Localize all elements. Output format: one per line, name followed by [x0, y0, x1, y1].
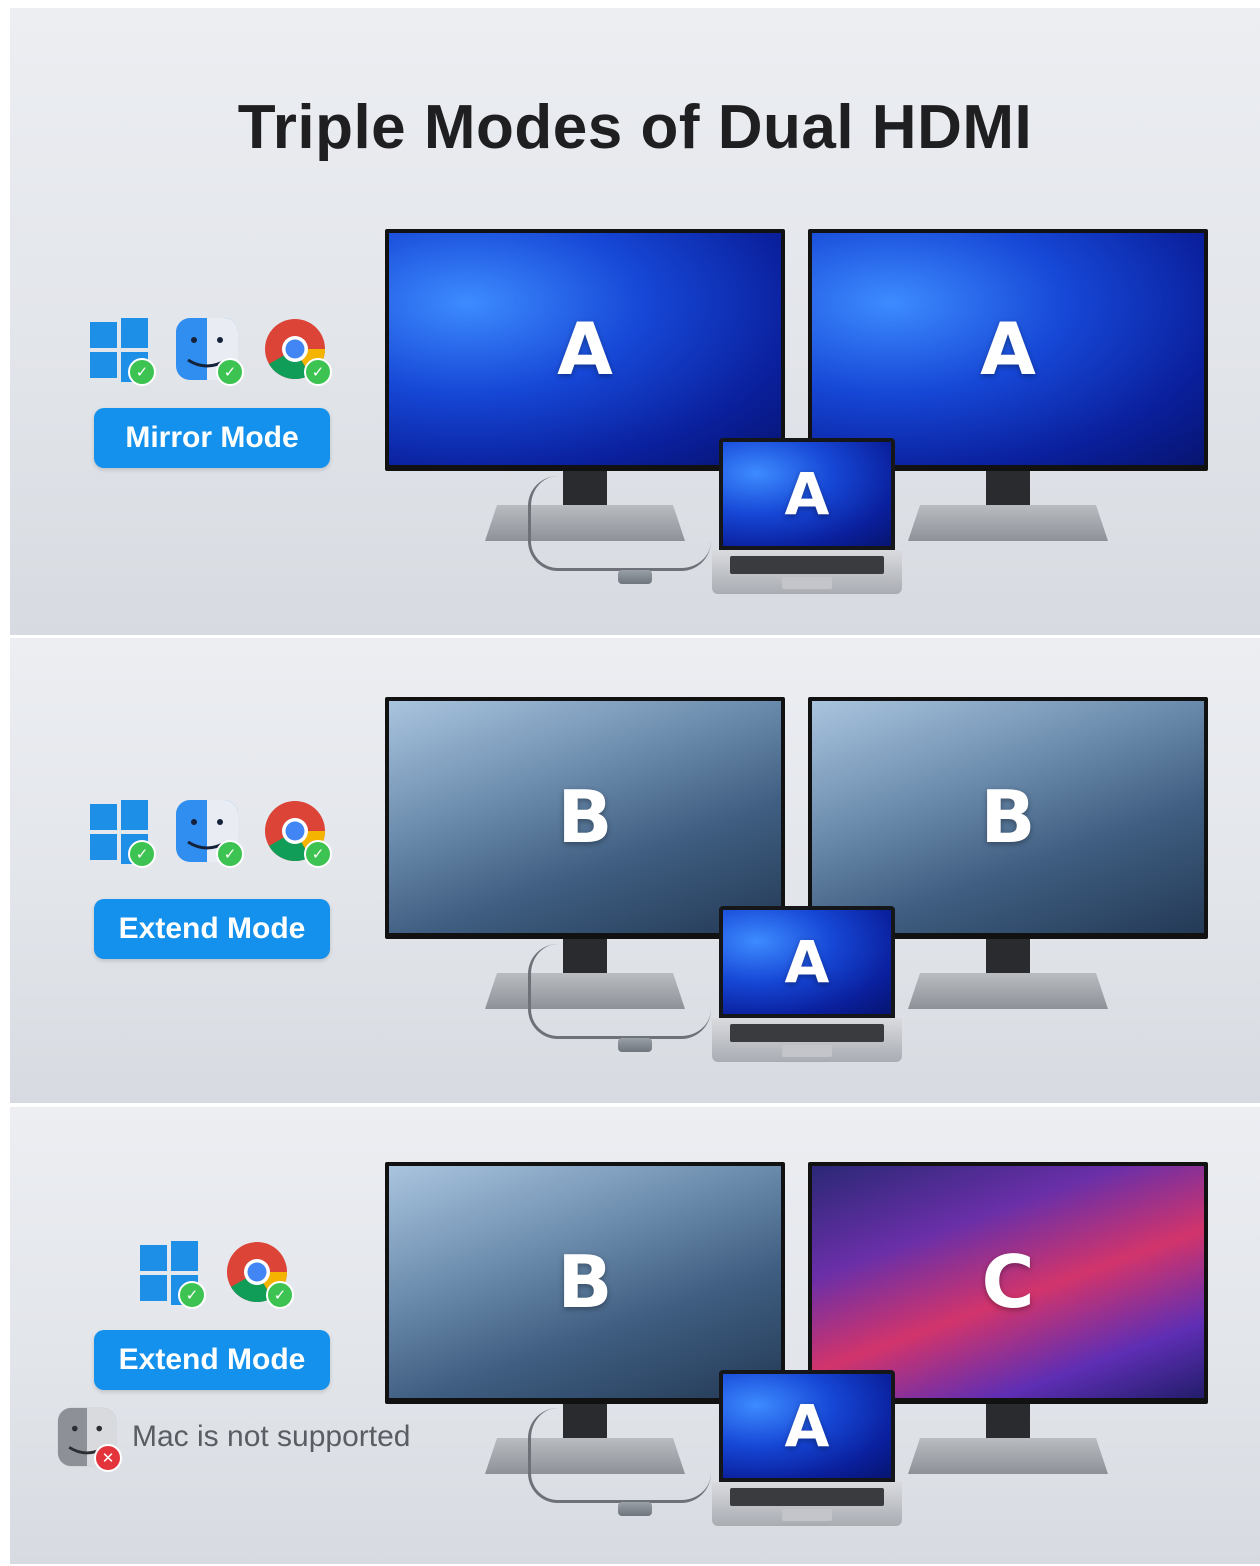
windows-icon: ✓ [136, 1239, 206, 1309]
monitor-screen: C [808, 1162, 1208, 1404]
hdmi-adapter [618, 1502, 652, 1516]
chrome-icon: ✓ [224, 1239, 294, 1309]
check-icon: ✓ [128, 840, 156, 868]
os-support-row: ✓ ✓ ✓ [86, 798, 332, 868]
monitor-screen: B [385, 1162, 785, 1404]
chrome-icon: ✓ [262, 798, 332, 868]
mac-note-text: Mac is not supported [132, 1420, 411, 1453]
laptop-keyboard [712, 1018, 902, 1062]
os-support-row: ✓ ✓ ✓ [86, 316, 332, 386]
mode-badge: Mirror Mode [94, 408, 330, 468]
check-icon: ✓ [216, 840, 244, 868]
monitor-screen: A [808, 229, 1208, 471]
hdmi-adapter [618, 570, 652, 584]
check-icon: ✓ [304, 358, 332, 386]
mode-badge: Extend Mode [94, 899, 330, 959]
windows-icon: ✓ [86, 316, 156, 386]
os-support-row: ✓ ✓ [136, 1239, 294, 1309]
mac-unsupported-note: ✕ Mac is not supported [56, 1406, 411, 1472]
laptop: A [712, 438, 902, 594]
monitor-base [908, 973, 1108, 1009]
check-icon: ✓ [178, 1281, 206, 1309]
chrome-icon: ✓ [262, 316, 332, 386]
monitor-screen: B [385, 697, 785, 939]
laptop-screen: A [719, 906, 895, 1018]
laptop-screen: A [719, 1370, 895, 1482]
hdmi-cable [528, 1408, 711, 1503]
screen-label: B [980, 775, 1036, 859]
screen-label: A [980, 307, 1036, 391]
laptop: A [712, 906, 902, 1062]
monitor-left: A [385, 229, 785, 541]
monitor-base [908, 1438, 1108, 1474]
check-icon: ✓ [266, 1281, 294, 1309]
screen-label: A [557, 307, 613, 391]
monitor-right: C [808, 1162, 1208, 1474]
product-image: Triple Modes of Dual HDMI ✓ ✓ ✓ Mirror M… [10, 8, 1260, 1564]
laptop-keyboard [712, 550, 902, 594]
monitor-right: A [808, 229, 1208, 541]
screen-label: B [557, 775, 613, 859]
hdmi-cable [528, 476, 711, 571]
monitor-left: B [385, 697, 785, 1009]
hdmi-adapter [618, 1038, 652, 1052]
laptop: A [712, 1370, 902, 1526]
monitor-base [908, 505, 1108, 541]
screen-label: C [981, 1240, 1035, 1324]
screen-label: A [784, 460, 830, 528]
monitor-screen: B [808, 697, 1208, 939]
check-icon: ✓ [216, 358, 244, 386]
monitor-screen: A [385, 229, 785, 471]
mode-badge: Extend Mode [94, 1330, 330, 1390]
laptop-screen: A [719, 438, 895, 550]
finder-icon: ✓ [174, 316, 244, 386]
screen-label: B [557, 1240, 613, 1324]
finder-disabled-icon: ✕ [56, 1406, 122, 1472]
finder-icon: ✓ [174, 798, 244, 868]
windows-icon: ✓ [86, 798, 156, 868]
monitor-right: B [808, 697, 1208, 1009]
page-title: Triple Modes of Dual HDMI [237, 93, 1033, 162]
hdmi-cable [528, 944, 711, 1039]
laptop-keyboard [712, 1482, 902, 1526]
monitor-left: B [385, 1162, 785, 1474]
check-icon: ✓ [304, 840, 332, 868]
check-icon: ✓ [128, 358, 156, 386]
screen-label: A [784, 1392, 830, 1460]
screen-label: A [784, 928, 830, 996]
cross-icon: ✕ [94, 1444, 122, 1472]
